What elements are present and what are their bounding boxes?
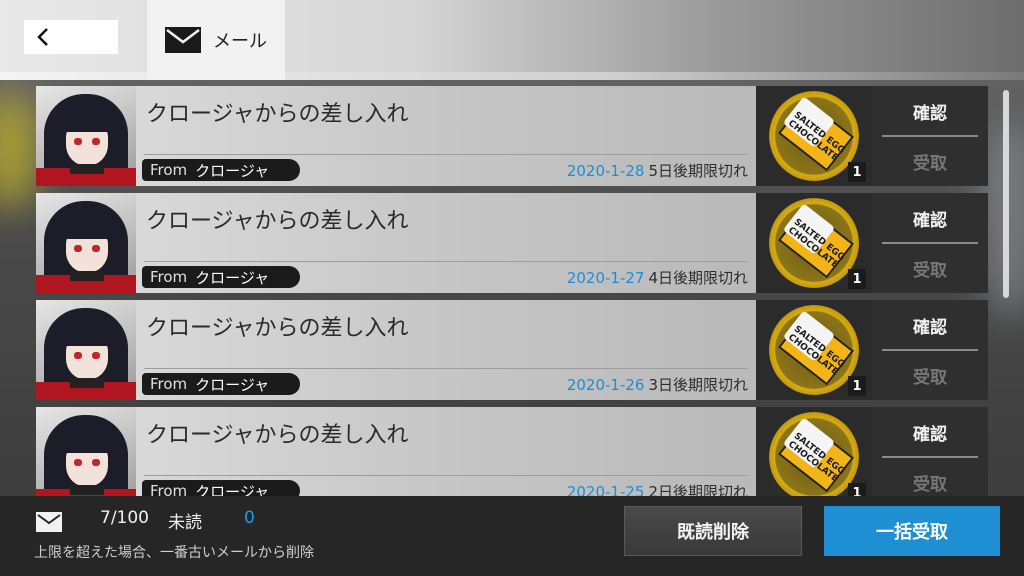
confirm-button[interactable]: 確認 bbox=[872, 193, 988, 243]
mail-date: 2020-1-25 bbox=[566, 483, 645, 496]
reward-quantity: 1 bbox=[848, 162, 866, 182]
sender-badge: From クロージャ bbox=[142, 480, 300, 496]
reward-item[interactable]: SALTED EGG CHOCOLATE 1 bbox=[756, 86, 872, 186]
mail-row[interactable]: クロージャからの差し入れ From クロージャ 2020-1-28 5日後期限切れ… bbox=[36, 86, 988, 186]
from-label: From bbox=[150, 375, 188, 393]
reward-item[interactable]: SALTED EGG CHOCOLATE 1 bbox=[756, 193, 872, 293]
mail-date: 2020-1-26 bbox=[566, 376, 645, 394]
sender-avatar bbox=[36, 86, 136, 186]
mail-expiry: 3日後期限切れ bbox=[648, 376, 748, 394]
mail-title: クロージャからの差し入れ bbox=[146, 102, 409, 127]
mail-date-line: 2020-1-25 2日後期限切れ bbox=[567, 481, 748, 496]
mail-actions: 確認 受取 bbox=[872, 407, 988, 496]
scrollbar[interactable] bbox=[1003, 90, 1009, 298]
receive-button[interactable]: 受取 bbox=[872, 351, 988, 400]
sender-badge: From クロージャ bbox=[142, 373, 300, 395]
back-button[interactable] bbox=[24, 20, 118, 54]
confirm-button[interactable]: 確認 bbox=[872, 86, 988, 136]
sender-name: クロージャ bbox=[195, 268, 270, 287]
sender-avatar bbox=[36, 193, 136, 293]
mail-row[interactable]: クロージャからの差し入れ From クロージャ 2020-1-26 3日後期限切れ… bbox=[36, 300, 988, 400]
sender-name: クロージャ bbox=[195, 482, 270, 497]
sender-name: クロージャ bbox=[195, 375, 270, 394]
mail-content[interactable]: クロージャからの差し入れ From クロージャ 2020-1-25 2日後期限切れ bbox=[136, 407, 756, 496]
mail-date: 2020-1-27 bbox=[566, 269, 645, 287]
envelope-icon bbox=[36, 512, 62, 532]
reward-item[interactable]: SALTED EGG CHOCOLATE 1 bbox=[756, 300, 872, 400]
sender-badge: From クロージャ bbox=[142, 159, 300, 181]
divider bbox=[144, 154, 748, 155]
chocolate-icon: SALTED EGG CHOCOLATE bbox=[769, 412, 859, 496]
envelope-icon bbox=[165, 27, 201, 53]
chocolate-icon: SALTED EGG CHOCOLATE bbox=[769, 198, 859, 288]
receive-button[interactable]: 受取 bbox=[872, 244, 988, 293]
from-label: From bbox=[150, 161, 188, 179]
sender-name: クロージャ bbox=[195, 161, 270, 180]
mail-content[interactable]: クロージャからの差し入れ From クロージャ 2020-1-28 5日後期限切れ bbox=[136, 86, 756, 186]
receive-button[interactable]: 受取 bbox=[872, 137, 988, 186]
mail-actions: 確認 受取 bbox=[872, 86, 988, 186]
sender-badge: From クロージャ bbox=[142, 266, 300, 288]
chevron-left-icon bbox=[37, 28, 48, 46]
divider bbox=[144, 475, 748, 476]
background-blur bbox=[0, 90, 40, 210]
mail-title: クロージャからの差し入れ bbox=[146, 423, 409, 448]
mail-row[interactable]: クロージャからの差し入れ From クロージャ 2020-1-27 4日後期限切れ… bbox=[36, 193, 988, 293]
mail-title: クロージャからの差し入れ bbox=[146, 209, 409, 234]
mail-date-line: 2020-1-26 3日後期限切れ bbox=[567, 374, 748, 395]
reward-item[interactable]: SALTED EGG CHOCOLATE 1 bbox=[756, 407, 872, 496]
tab-mail[interactable]: メール bbox=[147, 0, 285, 80]
mail-list[interactable]: クロージャからの差し入れ From クロージャ 2020-1-28 5日後期限切れ… bbox=[36, 86, 988, 496]
reward-quantity: 1 bbox=[848, 483, 866, 496]
tab-mail-label: メール bbox=[213, 31, 267, 52]
delete-read-button[interactable]: 既読削除 bbox=[624, 506, 802, 556]
unread-count: 0 bbox=[244, 508, 255, 528]
chocolate-icon: SALTED EGG CHOCOLATE bbox=[769, 305, 859, 395]
mail-content[interactable]: クロージャからの差し入れ From クロージャ 2020-1-26 3日後期限切れ bbox=[136, 300, 756, 400]
mail-actions: 確認 受取 bbox=[872, 300, 988, 400]
mail-count: 7/100 bbox=[100, 508, 149, 528]
mail-expiry: 4日後期限切れ bbox=[648, 269, 748, 287]
reward-quantity: 1 bbox=[848, 269, 866, 289]
mail-row[interactable]: クロージャからの差し入れ From クロージャ 2020-1-25 2日後期限切れ… bbox=[36, 407, 988, 496]
unread-label: 未読 bbox=[168, 513, 202, 533]
from-label: From bbox=[150, 268, 188, 286]
divider bbox=[144, 261, 748, 262]
sender-avatar bbox=[36, 300, 136, 400]
confirm-button[interactable]: 確認 bbox=[872, 407, 988, 457]
from-label: From bbox=[150, 482, 188, 496]
footer-bar: 7/100 未読 0 上限を超えた場合、一番古いメールから削除 既読削除 一括受… bbox=[0, 496, 1024, 576]
receive-button[interactable]: 受取 bbox=[872, 458, 988, 496]
mail-date: 2020-1-28 bbox=[566, 162, 645, 180]
limit-note: 上限を超えた場合、一番古いメールから削除 bbox=[34, 545, 314, 561]
sender-avatar bbox=[36, 407, 136, 496]
divider bbox=[144, 368, 748, 369]
mail-title: クロージャからの差し入れ bbox=[146, 316, 409, 341]
chocolate-icon: SALTED EGG CHOCOLATE bbox=[769, 91, 859, 181]
reward-quantity: 1 bbox=[848, 376, 866, 396]
mail-content[interactable]: クロージャからの差し入れ From クロージャ 2020-1-27 4日後期限切れ bbox=[136, 193, 756, 293]
mail-date-line: 2020-1-27 4日後期限切れ bbox=[567, 267, 748, 288]
receive-all-button[interactable]: 一括受取 bbox=[824, 506, 1000, 556]
mail-date-line: 2020-1-28 5日後期限切れ bbox=[567, 160, 748, 181]
confirm-button[interactable]: 確認 bbox=[872, 300, 988, 350]
mail-expiry: 5日後期限切れ bbox=[648, 162, 748, 180]
mail-actions: 確認 受取 bbox=[872, 193, 988, 293]
mail-expiry: 2日後期限切れ bbox=[648, 483, 748, 496]
